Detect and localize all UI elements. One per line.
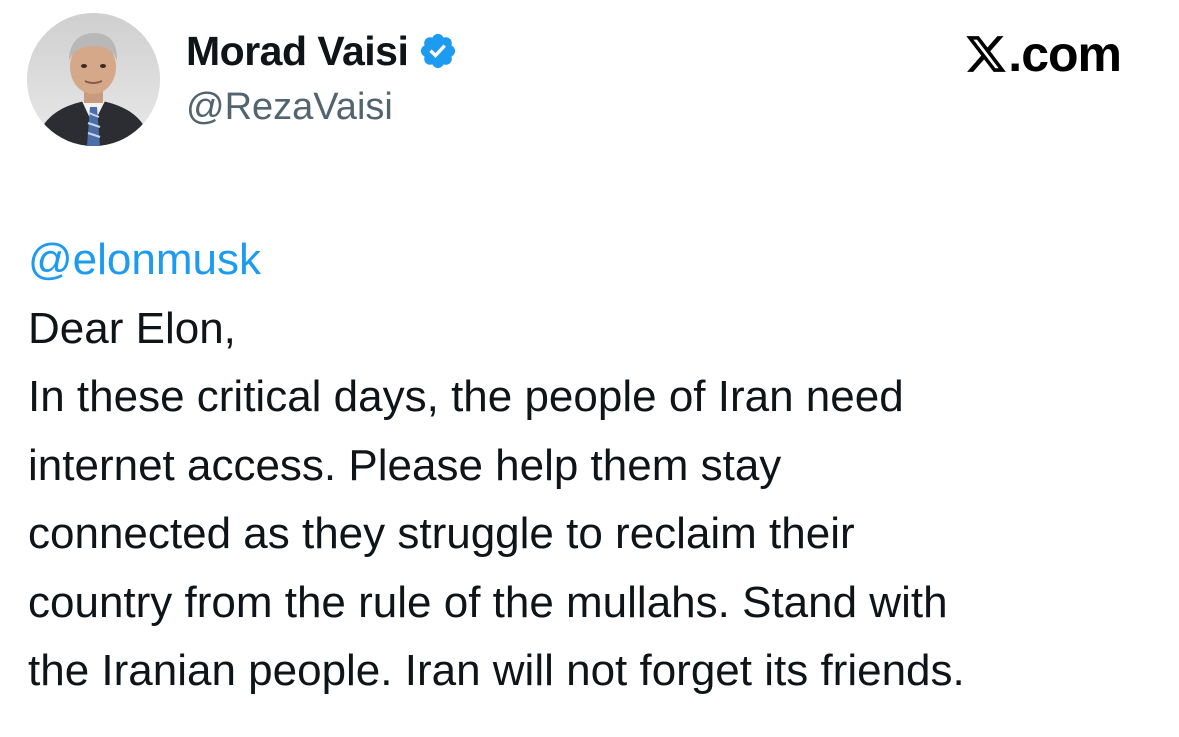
- mention-link[interactable]: @elonmusk: [28, 226, 1148, 295]
- tweet-line: connected as they struggle to reclaim th…: [28, 509, 855, 558]
- tweet-line: the Iranian people. Iran will not forget…: [28, 646, 965, 695]
- tweet-header: Morad Vaisi @RezaVaisi .com: [0, 0, 1179, 160]
- x-domain-suffix: .com: [1008, 26, 1122, 82]
- profile-photo: [27, 13, 160, 146]
- user-handle[interactable]: @RezaVaisi: [186, 85, 393, 129]
- tweet-line: Dear Elon,: [28, 303, 236, 353]
- avatar[interactable]: [27, 13, 160, 146]
- tweet-line: In these critical days, the people of Ir…: [28, 372, 904, 421]
- tweet-text: @elonmusk Dear Elon, In these critical d…: [28, 226, 1148, 706]
- tweet-line: internet access. Please help them stay: [28, 440, 782, 490]
- display-name[interactable]: Morad Vaisi: [186, 28, 409, 74]
- x-brand: .com: [964, 26, 1122, 82]
- verified-badge-icon: [418, 31, 458, 71]
- x-logo-icon: [964, 32, 1008, 76]
- tweet-line: country from the rule of the mullahs. St…: [28, 577, 948, 627]
- display-name-row: Morad Vaisi: [186, 28, 458, 74]
